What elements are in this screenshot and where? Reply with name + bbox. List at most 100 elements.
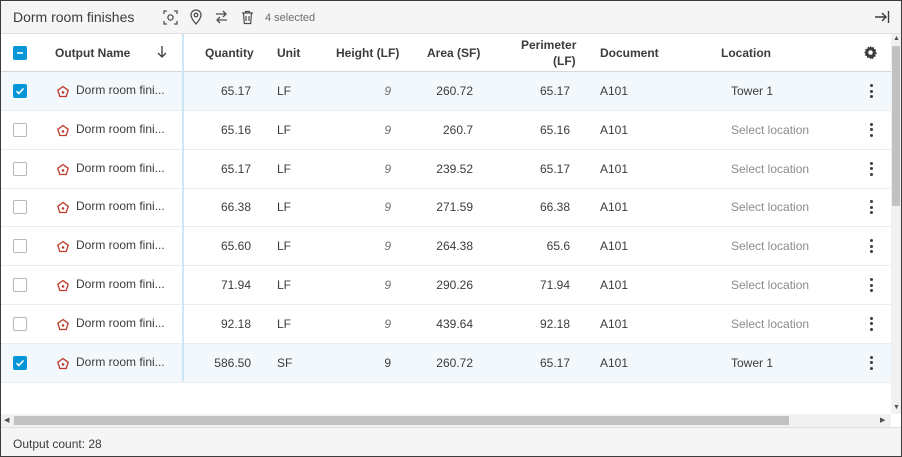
- row-more-options-icon[interactable]: [865, 199, 877, 215]
- document-cell[interactable]: A101: [600, 200, 628, 214]
- height-cell[interactable]: 9: [351, 317, 391, 331]
- output-name-cell[interactable]: Dorm room fini...: [76, 83, 168, 97]
- column-header-height[interactable]: Height (LF): [336, 46, 399, 60]
- row-more-options-icon[interactable]: [865, 238, 877, 254]
- vertical-scroll-thumb[interactable]: [892, 46, 900, 206]
- perimeter-cell: 92.18: [539, 316, 570, 331]
- quantity-cell[interactable]: 586.50: [191, 356, 251, 370]
- output-name-cell[interactable]: Dorm room fini...: [76, 199, 168, 213]
- document-cell[interactable]: A101: [600, 84, 628, 98]
- column-header-output-name[interactable]: Output Name: [55, 46, 130, 60]
- location-cell[interactable]: Select location: [731, 123, 809, 137]
- output-name-cell[interactable]: Dorm room fini...: [76, 122, 168, 136]
- location-cell[interactable]: Select location: [731, 278, 809, 292]
- row-checkbox[interactable]: [13, 355, 27, 370]
- output-name-cell[interactable]: Dorm room fini...: [76, 316, 168, 330]
- output-name-cell[interactable]: Dorm room fini...: [76, 355, 168, 369]
- sort-down-arrow-icon[interactable]: [156, 45, 168, 64]
- table-row[interactable]: Dorm room fini... 71.94 LF 9 290.26 71.94 A101…: [1, 266, 891, 305]
- quantity-cell[interactable]: 65.60: [191, 239, 251, 253]
- screenshot-icon[interactable]: [162, 9, 178, 25]
- height-cell[interactable]: 9: [351, 123, 391, 137]
- column-header-area[interactable]: Area (SF): [427, 46, 480, 60]
- table-row[interactable]: Dorm room fini... 92.18 LF 9 439.64 92.18 A101…: [1, 305, 891, 344]
- location-cell[interactable]: Tower 1: [731, 356, 773, 370]
- location-pin-icon[interactable]: [188, 9, 204, 25]
- quantity-cell[interactable]: 65.17: [191, 162, 251, 176]
- height-cell[interactable]: 9: [351, 239, 391, 253]
- output-name-cell[interactable]: Dorm room fini...: [76, 161, 168, 175]
- panel-title: Dorm room finishes: [13, 9, 135, 25]
- output-name-cell[interactable]: Dorm room fini...: [76, 238, 168, 252]
- scroll-left-arrow-icon[interactable]: ◀: [4, 417, 9, 425]
- location-cell[interactable]: Select location: [731, 239, 809, 253]
- location-cell[interactable]: Select location: [731, 200, 809, 214]
- document-cell[interactable]: A101: [600, 317, 628, 331]
- vertical-scrollbar[interactable]: ▲ ▼: [891, 34, 901, 414]
- frozen-column-divider[interactable]: [182, 34, 184, 381]
- height-cell[interactable]: 9: [351, 162, 391, 176]
- swap-icon[interactable]: [213, 9, 229, 25]
- area-output-pentagon-icon: [56, 240, 70, 254]
- document-cell[interactable]: A101: [600, 162, 628, 176]
- table-row[interactable]: Dorm room fini... 65.17 LF 9 239.52 65.17 A101…: [1, 150, 891, 189]
- row-checkbox[interactable]: [13, 161, 27, 176]
- column-header-perimeter[interactable]: Perimeter: [521, 38, 576, 52]
- area-output-pentagon-icon: [56, 357, 70, 371]
- output-name-cell[interactable]: Dorm room fini...: [76, 277, 168, 291]
- column-header-quantity[interactable]: Quantity: [205, 46, 254, 60]
- horizontal-scrollbar[interactable]: ◀ ▶: [1, 414, 891, 427]
- trash-icon[interactable]: [239, 9, 255, 25]
- column-header-location[interactable]: Location: [721, 46, 771, 60]
- document-cell[interactable]: A101: [600, 239, 628, 253]
- table-row[interactable]: Dorm room fini... 586.50 SF 9 260.72 65.17 A10…: [1, 343, 891, 383]
- row-checkbox[interactable]: [13, 122, 27, 137]
- area-output-pentagon-icon: [56, 124, 70, 138]
- height-cell[interactable]: 9: [351, 200, 391, 214]
- table-row[interactable]: Dorm room fini... 66.38 LF 9 271.59 66.38 A101…: [1, 188, 891, 228]
- area-output-pentagon-icon: [56, 318, 70, 332]
- row-more-options-icon[interactable]: [865, 277, 877, 293]
- quantity-cell[interactable]: 92.18: [191, 317, 251, 331]
- table-row[interactable]: Dorm room fini... 65.17 LF 9 260.72 65.17 A101…: [1, 72, 891, 111]
- table-row[interactable]: Dorm room fini... 65.60 LF 9 264.38 65.6 A101 S…: [1, 227, 891, 267]
- quantity-cell[interactable]: 65.17: [191, 84, 251, 98]
- row-checkbox[interactable]: [13, 278, 27, 292]
- row-more-options-icon[interactable]: [865, 83, 877, 99]
- location-cell[interactable]: Select location: [731, 162, 809, 176]
- column-header-unit[interactable]: Unit: [277, 46, 300, 60]
- area-cell: 439.64: [436, 316, 473, 331]
- row-more-options-icon[interactable]: [865, 161, 877, 177]
- column-settings-gear-icon[interactable]: [863, 45, 878, 65]
- row-checkbox[interactable]: [13, 200, 27, 215]
- collapse-panel-icon[interactable]: [874, 9, 890, 25]
- table-row[interactable]: Dorm room fini... 65.16 LF 9 260.7 65.16 A101 S…: [1, 111, 891, 150]
- location-cell[interactable]: Tower 1: [731, 84, 773, 98]
- scroll-down-arrow-icon[interactable]: ▼: [893, 404, 900, 412]
- location-cell[interactable]: Select location: [731, 317, 809, 331]
- horizontal-scroll-thumb[interactable]: [14, 416, 789, 425]
- height-cell[interactable]: 9: [351, 84, 391, 98]
- area-output-pentagon-icon: [56, 201, 70, 215]
- row-checkbox[interactable]: [13, 316, 27, 331]
- scroll-right-arrow-icon[interactable]: ▶: [880, 417, 885, 425]
- quantity-cell[interactable]: 71.94: [191, 278, 251, 292]
- row-checkbox[interactable]: [13, 239, 27, 254]
- select-all-checkbox[interactable]: [13, 46, 27, 60]
- table-body: Dorm room fini... 65.17 LF 9 260.72 65.17 A101…: [1, 72, 891, 414]
- column-header-document[interactable]: Document: [600, 46, 659, 60]
- row-checkbox[interactable]: [13, 84, 27, 98]
- row-more-options-icon[interactable]: [865, 355, 877, 371]
- quantity-cell[interactable]: 66.38: [191, 200, 251, 214]
- document-cell[interactable]: A101: [600, 356, 628, 370]
- document-cell[interactable]: A101: [600, 278, 628, 292]
- row-more-options-icon[interactable]: [865, 122, 877, 138]
- row-more-options-icon[interactable]: [865, 316, 877, 332]
- quantity-cell[interactable]: 65.16: [191, 123, 251, 137]
- document-cell[interactable]: A101: [600, 123, 628, 137]
- height-cell[interactable]: 9: [351, 278, 391, 292]
- selection-count: 4 selected: [265, 12, 316, 24]
- scroll-up-arrow-icon[interactable]: ▲: [893, 35, 900, 43]
- height-cell[interactable]: 9: [351, 356, 391, 370]
- area-cell: 290.26: [436, 278, 473, 292]
